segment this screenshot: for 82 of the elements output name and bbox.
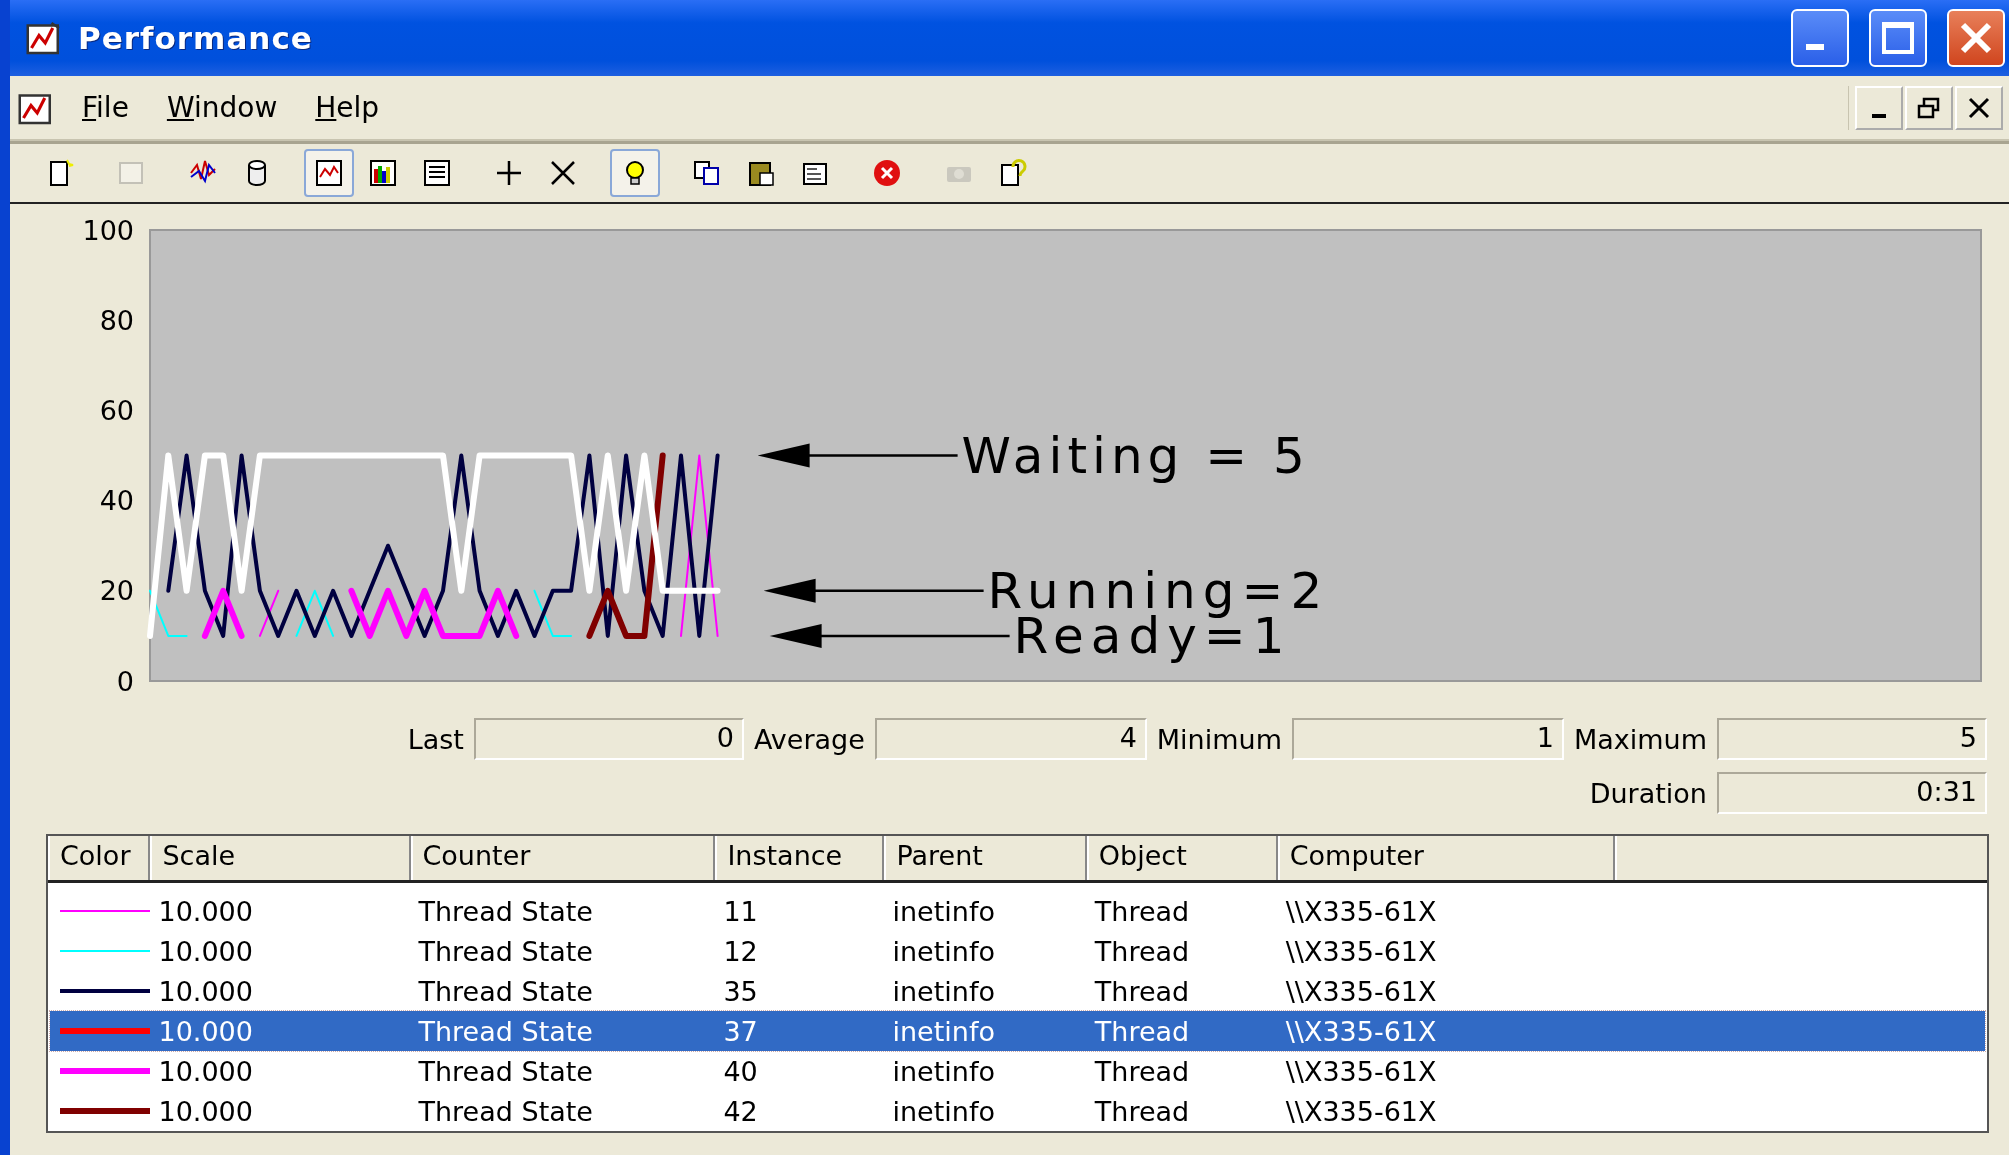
table-cell-text: inetinfo — [891, 895, 996, 927]
axis-label: 100 — [82, 214, 134, 246]
table-cell-text: Thread State — [417, 895, 594, 927]
minimize-icon — [1806, 44, 1824, 51]
table-cell-text: inetinfo — [891, 1095, 996, 1127]
table-cell-text: inetinfo — [891, 975, 996, 1007]
table-cell-text: Thread State — [417, 1015, 594, 1047]
table-cell-text: 40 — [722, 1055, 759, 1087]
table-cell-text: inetinfo — [891, 935, 996, 967]
menu-item[interactable]: Window — [154, 87, 290, 129]
table-cell-text: 42 — [722, 1095, 759, 1127]
counter-row[interactable]: 10.000 Thread State 37 inetinfo Thread \\X335-61X — [50, 1011, 1985, 1051]
minimize-icon — [1872, 113, 1886, 118]
table-cell-text: \\X335-61X — [1284, 895, 1438, 927]
counter-row[interactable]: 10.000 Thread State 35 inetinfo Thread \\X335-61X — [50, 971, 1985, 1011]
window-title: Performance — [78, 20, 314, 57]
table-cell-text: 12 — [722, 935, 759, 967]
close-icon — [1959, 21, 1993, 56]
close-icon — [1967, 95, 1991, 120]
table-cell-text: \\X335-61X — [1284, 1015, 1438, 1047]
column-header[interactable]: Instance — [715, 836, 885, 880]
close-button[interactable] — [1955, 85, 2003, 130]
stat-label: Duration — [1588, 777, 1707, 809]
table-cell-text: 37 — [722, 1015, 759, 1047]
restore-button[interactable] — [1905, 85, 1953, 130]
table-cell-text: Thread State — [417, 975, 594, 1007]
counter-row[interactable]: 10.000 Thread State 12 inetinfo Thread \\X335-61X — [50, 931, 1985, 971]
maximize-icon — [1881, 21, 1915, 56]
column-header[interactable]: Scale — [150, 836, 411, 880]
table-cell-text: Thread — [1093, 895, 1191, 927]
table-cell-text: \\X335-61X — [1284, 975, 1438, 1007]
toolbar-button[interactable] — [610, 149, 660, 198]
table-cell-text: Thread — [1093, 935, 1191, 967]
table-cell-text: \\X335-61X — [1284, 1055, 1438, 1087]
column-header[interactable]: Parent — [884, 836, 1087, 880]
table-cell-text: \\X335-61X — [1284, 935, 1438, 967]
table-cell-text: inetinfo — [891, 1055, 996, 1087]
table-cell-text: 10.000 — [157, 1015, 254, 1047]
table-cell-text: 11 — [722, 895, 759, 927]
stat-value: 1 — [1291, 718, 1564, 760]
stat-label: Average — [753, 723, 865, 755]
table-cell-text: Thread — [1093, 1095, 1191, 1127]
table-cell-text: Thread State — [417, 1095, 594, 1127]
axis-label: 80 — [99, 304, 134, 336]
menu-item[interactable]: Help — [303, 87, 392, 129]
toolbar-button[interactable] — [304, 149, 354, 198]
table-cell-text: 10.000 — [157, 935, 254, 967]
table-cell-text: \\X335-61X — [1284, 1095, 1438, 1127]
table-cell-text: Thread — [1093, 975, 1191, 1007]
axis-label: 20 — [99, 575, 134, 607]
column-header[interactable]: Counter — [410, 836, 716, 880]
table-cell-text: Thread — [1093, 1015, 1191, 1047]
axis-label: 60 — [99, 394, 134, 426]
stat-label: Maximum — [1573, 723, 1707, 755]
axis-label: 40 — [99, 485, 134, 517]
counter-row[interactable]: 10.000 Thread State 42 inetinfo Thread \\X335-61X — [50, 1091, 1985, 1131]
stat-value: 0:31 — [1717, 772, 1987, 814]
stat-label: Minimum — [1156, 723, 1282, 755]
counter-row[interactable]: 10.000 Thread State 40 inetinfo Thread \\X335-61X — [50, 1051, 1985, 1091]
table-cell-text: inetinfo — [891, 1015, 996, 1047]
table-cell-text: 35 — [722, 975, 759, 1007]
table-cell-text: 10.000 — [157, 1055, 254, 1087]
menu-item[interactable]: File — [70, 87, 141, 129]
table-cell-text: Thread — [1093, 1055, 1191, 1087]
stat-value: 4 — [874, 718, 1147, 760]
table-cell-text: 10.000 — [157, 895, 254, 927]
maximize-button[interactable] — [1869, 9, 1927, 68]
counter-row[interactable]: 10.000 Thread State 11 inetinfo Thread \\X335-61X — [50, 891, 1985, 931]
column-header[interactable]: Color — [48, 836, 151, 880]
stat-value: 5 — [1717, 718, 1987, 760]
column-header[interactable]: Computer — [1277, 836, 1615, 880]
table-cell-text: Thread State — [417, 935, 594, 967]
table-cell-text: 10.000 — [157, 1095, 254, 1127]
stat-label: Last — [407, 723, 464, 755]
restore-icon — [1916, 95, 1942, 120]
stat-value: 0 — [473, 718, 744, 760]
axis-label: 0 — [116, 665, 134, 697]
table-cell-text: Thread State — [417, 1055, 594, 1087]
column-header[interactable]: Object — [1086, 836, 1278, 880]
table-cell-text: 10.000 — [157, 975, 254, 1007]
annotation-label: Waiting = 5 — [961, 426, 1310, 485]
minimize-button[interactable] — [1855, 85, 1903, 130]
